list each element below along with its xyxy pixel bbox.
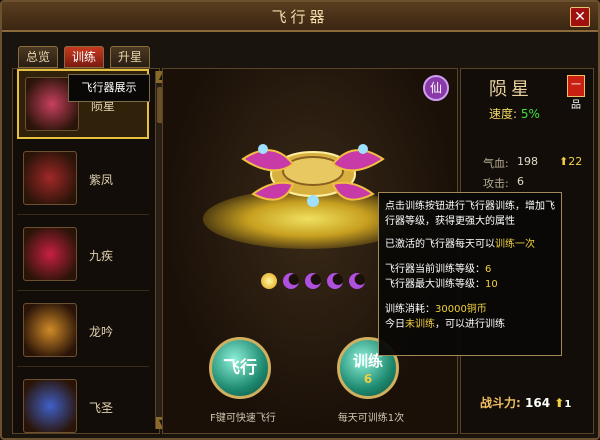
tab-training[interactable]: 训练 <box>64 46 104 68</box>
combat-power: 战斗力: 164 ⬆1 <box>480 394 571 411</box>
flyer-name: 龙吟 <box>89 325 114 339</box>
tooltip-text: 已激活的飞行器每天可以 <box>385 239 495 250</box>
flyer-model-icon <box>241 144 385 207</box>
cost-value: 30000铜币 <box>435 304 487 315</box>
speed-label: 速度: <box>489 107 518 121</box>
flyer-thumbnail <box>23 379 77 433</box>
immortal-badge-icon: 仙 <box>423 75 449 101</box>
tooltip-text: 训练消耗： <box>385 304 435 315</box>
list-item[interactable]: 龙吟 <box>17 297 149 367</box>
flyer-window: 飞行器 ✕ 总览 训练 升星 陨星 紫凤 九疾 龙吟 飞圣 ▲ <box>0 0 600 440</box>
tooltip-current-level: 飞行器当前训练等级：6 <box>385 262 555 277</box>
tooltip-text: 飞行器当前训练等级： <box>385 264 485 275</box>
window-title: 飞行器 <box>271 8 329 26</box>
tooltip-text: 今日 <box>385 319 405 330</box>
current-level-value: 6 <box>485 264 492 275</box>
tooltip-highlight: 训练一次 <box>495 239 535 250</box>
today-status-highlight: 未训练 <box>405 319 435 330</box>
combat-power-increase: 1 <box>564 399 572 410</box>
fly-hint: F键可快速飞行 <box>210 413 276 424</box>
max-level-value: 10 <box>485 279 498 290</box>
tab-upgrade-star[interactable]: 升星 <box>110 46 150 68</box>
attack-value: 6 <box>517 175 524 188</box>
title-bar: 飞行器 ✕ <box>2 2 598 32</box>
up-arrow-icon: ⬆ <box>559 155 569 168</box>
list-item[interactable]: 飞圣 <box>17 373 149 438</box>
hp-label: 气血: <box>483 157 509 170</box>
hp-increase-value: 22 <box>568 155 583 168</box>
flyer-thumbnail <box>23 151 77 205</box>
flyer-thumbnail <box>23 303 77 357</box>
flyer-thumbnail <box>23 227 77 281</box>
list-item[interactable]: 九疾 <box>17 221 149 291</box>
purple-moon-icon <box>327 273 343 289</box>
tab-overview[interactable]: 总览 <box>18 46 58 68</box>
speed-row: 速度: 5% <box>489 105 540 122</box>
tooltip-today-status: 今日未训练，可以进行训练 <box>385 317 555 332</box>
tooltip-text: 飞行器最大训练等级： <box>385 279 485 290</box>
flyer-name: 紫凤 <box>89 173 114 187</box>
hp-increase: ⬆22 <box>559 155 582 168</box>
star-rating <box>261 269 381 295</box>
combat-power-value: 164 <box>525 396 551 410</box>
purple-moon-icon <box>283 273 299 289</box>
gold-star-icon <box>261 273 277 289</box>
speed-value: 5% <box>520 107 540 121</box>
flyer-title: 陨星 <box>489 79 533 100</box>
tooltip-text: ，可以进行训练 <box>435 319 505 330</box>
train-hint: 每天可训练1次 <box>337 413 405 424</box>
combat-power-label: 战斗力: <box>480 396 521 410</box>
flyer-preview-tooltip: 飞行器展示 <box>68 74 150 102</box>
up-arrow-icon: ⬆ <box>554 396 565 410</box>
train-level-count: 6 <box>363 372 373 386</box>
training-tooltip: 点击训练按钮进行飞行器训练，增加飞行器等级，获得更强大的属性 已激活的飞行器每天… <box>378 192 562 356</box>
tooltip-cost: 训练消耗：30000铜币 <box>385 302 555 317</box>
list-item[interactable]: 紫凤 <box>17 145 149 215</box>
flyer-name: 九疾 <box>89 249 114 263</box>
attack-label: 攻击: <box>483 177 509 190</box>
grade-badge: 一品 <box>567 75 585 111</box>
flyer-name: 飞圣 <box>89 401 114 415</box>
hp-value: 198 <box>517 155 538 168</box>
tooltip-max-level: 飞行器最大训练等级：10 <box>385 277 555 292</box>
tooltip-daily-rule: 已激活的飞行器每天可以训练一次 <box>385 237 555 252</box>
close-button[interactable]: ✕ <box>570 7 590 27</box>
tooltip-description: 点击训练按钮进行飞行器训练，增加飞行器等级，获得更强大的属性 <box>385 201 555 227</box>
purple-moon-icon <box>349 273 365 289</box>
fly-button[interactable]: 飞行 <box>209 337 271 399</box>
purple-moon-icon <box>305 273 321 289</box>
flyer-list: 陨星 紫凤 九疾 龙吟 飞圣 ▲ ▼ <box>12 68 168 434</box>
